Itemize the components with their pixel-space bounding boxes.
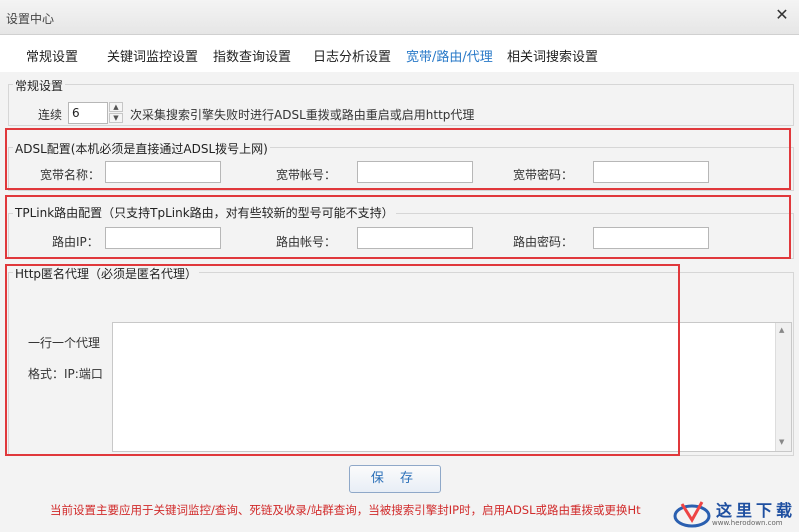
retry-suffix-label: 次采集搜索引擎失败时进行ADSL重拨或路由重启或启用http代理 [130,108,475,122]
proxy-highlight-box [5,264,680,456]
save-button[interactable]: 保 存 [349,465,441,493]
tab-related-words[interactable]: 相关词搜索设置 [507,46,598,65]
watermark-logo [672,498,712,528]
watermark-url: www.herodown.com [712,519,783,527]
adsl-legend: ADSL配置(本机必须是直接通过ADSL拨号上网) [13,140,270,157]
tab-general[interactable]: 常规设置 [26,46,78,65]
proxy-scrollbar[interactable] [775,323,791,451]
footer-note: 当前设置主要应用于关键词监控/查询、死链及收录/站群查询，当被搜索引擎封IP时，… [50,503,641,517]
adsl-account-label: 宽带帐号： [276,168,337,182]
adsl-name-input[interactable] [105,161,221,183]
router-ip-label: 路由IP： [52,235,99,249]
adsl-password-label: 宽带密码： [513,168,574,182]
tab-broadband-router-proxy[interactable]: 宽带/路由/代理 [406,46,493,65]
scroll-up-icon[interactable]: ▲ [779,326,784,334]
close-icon[interactable]: ✕ [773,6,791,24]
router-account-input[interactable] [357,227,473,249]
router-legend: TPLink路由配置（只支持TpLink路由，对有些较新的型号可能不支持） [13,204,396,221]
tab-log-analysis[interactable]: 日志分析设置 [313,46,391,65]
window-title: 设置中心 [6,12,55,26]
tab-index-query[interactable]: 指数查询设置 [213,46,291,65]
router-password-input[interactable] [593,227,709,249]
watermark-text: 这里下载 [716,501,797,520]
retry-prefix-label: 连续 [38,108,63,122]
stepper-down-icon[interactable]: ▼ [109,113,123,123]
router-ip-input[interactable] [105,227,221,249]
retry-count-stepper[interactable]: 6 [68,102,108,124]
adsl-account-input[interactable] [357,161,473,183]
adsl-name-label: 宽带名称： [40,168,101,182]
general-legend: 常规设置 [13,77,66,94]
adsl-password-input[interactable] [593,161,709,183]
router-password-label: 路由密码： [513,235,574,249]
tab-keyword-monitor[interactable]: 关键词监控设置 [107,46,198,65]
router-account-label: 路由帐号： [276,235,337,249]
stepper-up-icon[interactable]: ▲ [109,102,123,112]
title-bar [0,0,799,35]
scroll-down-icon[interactable]: ▼ [779,438,784,446]
